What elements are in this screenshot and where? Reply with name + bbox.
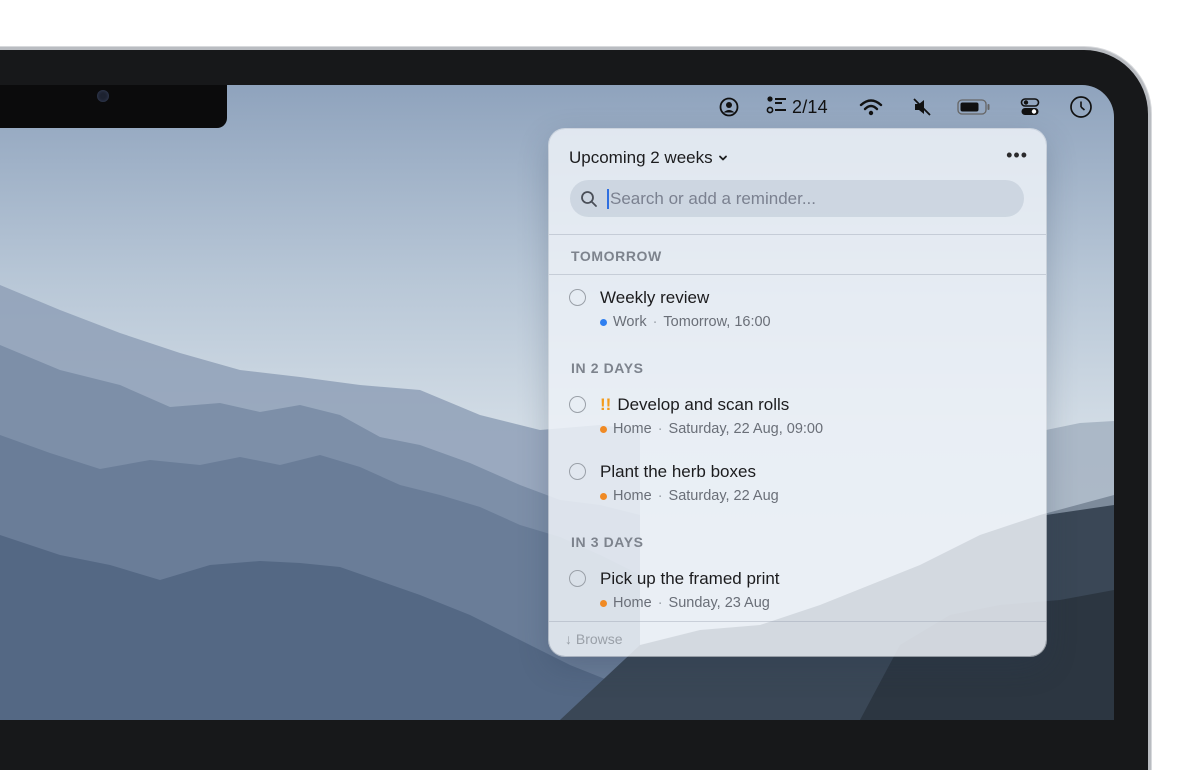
list-color-dot [600, 492, 607, 500]
reminder-title: Pick up the framed print [600, 569, 780, 588]
list-name: Work [613, 314, 647, 330]
clock-icon[interactable] [1069, 85, 1093, 129]
reminder-item[interactable]: Pick up the framed print Home · Sunday, … [569, 568, 1026, 618]
speaker-muted-icon[interactable] [912, 85, 932, 129]
due-date: Saturday, 22 Aug, 09:00 [668, 421, 824, 437]
reminder-meta: Home · Saturday, 22 Aug [600, 488, 779, 504]
checklist-icon [766, 95, 788, 120]
reminder-title: Weekly review [600, 288, 710, 307]
reminders-menu-extra[interactable]: 2/14 [766, 85, 828, 129]
filter-dropdown-label[interactable]: Upcoming 2 weeks [569, 148, 713, 168]
section-label-in-2-days: IN 2 DAYS [571, 360, 644, 376]
person-circle-icon[interactable] [719, 85, 739, 129]
separator: · [657, 595, 663, 611]
list-color-dot [600, 318, 607, 326]
search-icon [581, 190, 597, 207]
separator: · [652, 314, 658, 330]
reminder-meta: Home · Saturday, 22 Aug, 09:00 [600, 421, 823, 437]
list-name: Home [613, 488, 652, 504]
reminder-meta: Work · Tomorrow, 16:00 [600, 314, 771, 330]
complete-checkbox[interactable] [569, 570, 586, 587]
battery-icon[interactable] [957, 85, 991, 129]
due-date: Sunday, 23 Aug [668, 595, 770, 611]
due-date: Saturday, 22 Aug [668, 488, 779, 504]
separator: · [657, 421, 663, 437]
complete-checkbox[interactable] [569, 396, 586, 413]
camera-notch [0, 85, 227, 128]
due-date: Tomorrow, 16:00 [663, 314, 771, 330]
complete-checkbox[interactable] [569, 463, 586, 480]
reminder-item[interactable]: !! Develop and scan rolls Home · Saturday… [569, 394, 1026, 444]
camera-lens [97, 90, 109, 102]
reminder-item[interactable]: Plant the herb boxes Home · Saturday, 22… [569, 461, 1026, 511]
control-center-icon[interactable] [1020, 85, 1040, 129]
list-name: Home [613, 421, 652, 437]
reminder-title: Plant the herb boxes [600, 462, 756, 481]
list-name: Home [613, 595, 652, 611]
reminder-item[interactable]: Weekly review Work · Tomorrow, 16:00 [569, 287, 1026, 337]
list-color-dot [600, 425, 607, 433]
reminders-popover: Upcoming 2 weeks ••• TOMORROW Weekly rev… [549, 129, 1046, 656]
priority-indicator: !! [600, 395, 612, 414]
chevron-down-icon[interactable] [717, 152, 729, 164]
search-input[interactable] [607, 188, 1010, 209]
wifi-icon[interactable] [859, 85, 883, 129]
reminder-meta: Home · Sunday, 23 Aug [600, 595, 770, 611]
reminder-title-text: Develop and scan rolls [617, 395, 790, 414]
menu-bar: 2/14 [700, 85, 1114, 129]
popover-header: Upcoming 2 weeks ••• [569, 145, 1028, 169]
separator: · [657, 488, 663, 504]
section-label-tomorrow: TOMORROW [571, 248, 662, 264]
list-color-dot [600, 599, 607, 607]
ellipsis-icon[interactable]: ••• [1006, 145, 1028, 166]
header-divider [549, 234, 1046, 235]
complete-checkbox[interactable] [569, 289, 586, 306]
footer-divider [549, 621, 1046, 622]
section-label-in-3-days: IN 3 DAYS [571, 534, 644, 550]
browse-link[interactable]: ↓ Browse [565, 631, 623, 647]
reminder-title: !! Develop and scan rolls [600, 395, 789, 415]
search-field[interactable] [570, 180, 1024, 217]
reminders-count: 2/14 [792, 96, 828, 117]
section-divider [549, 274, 1046, 275]
